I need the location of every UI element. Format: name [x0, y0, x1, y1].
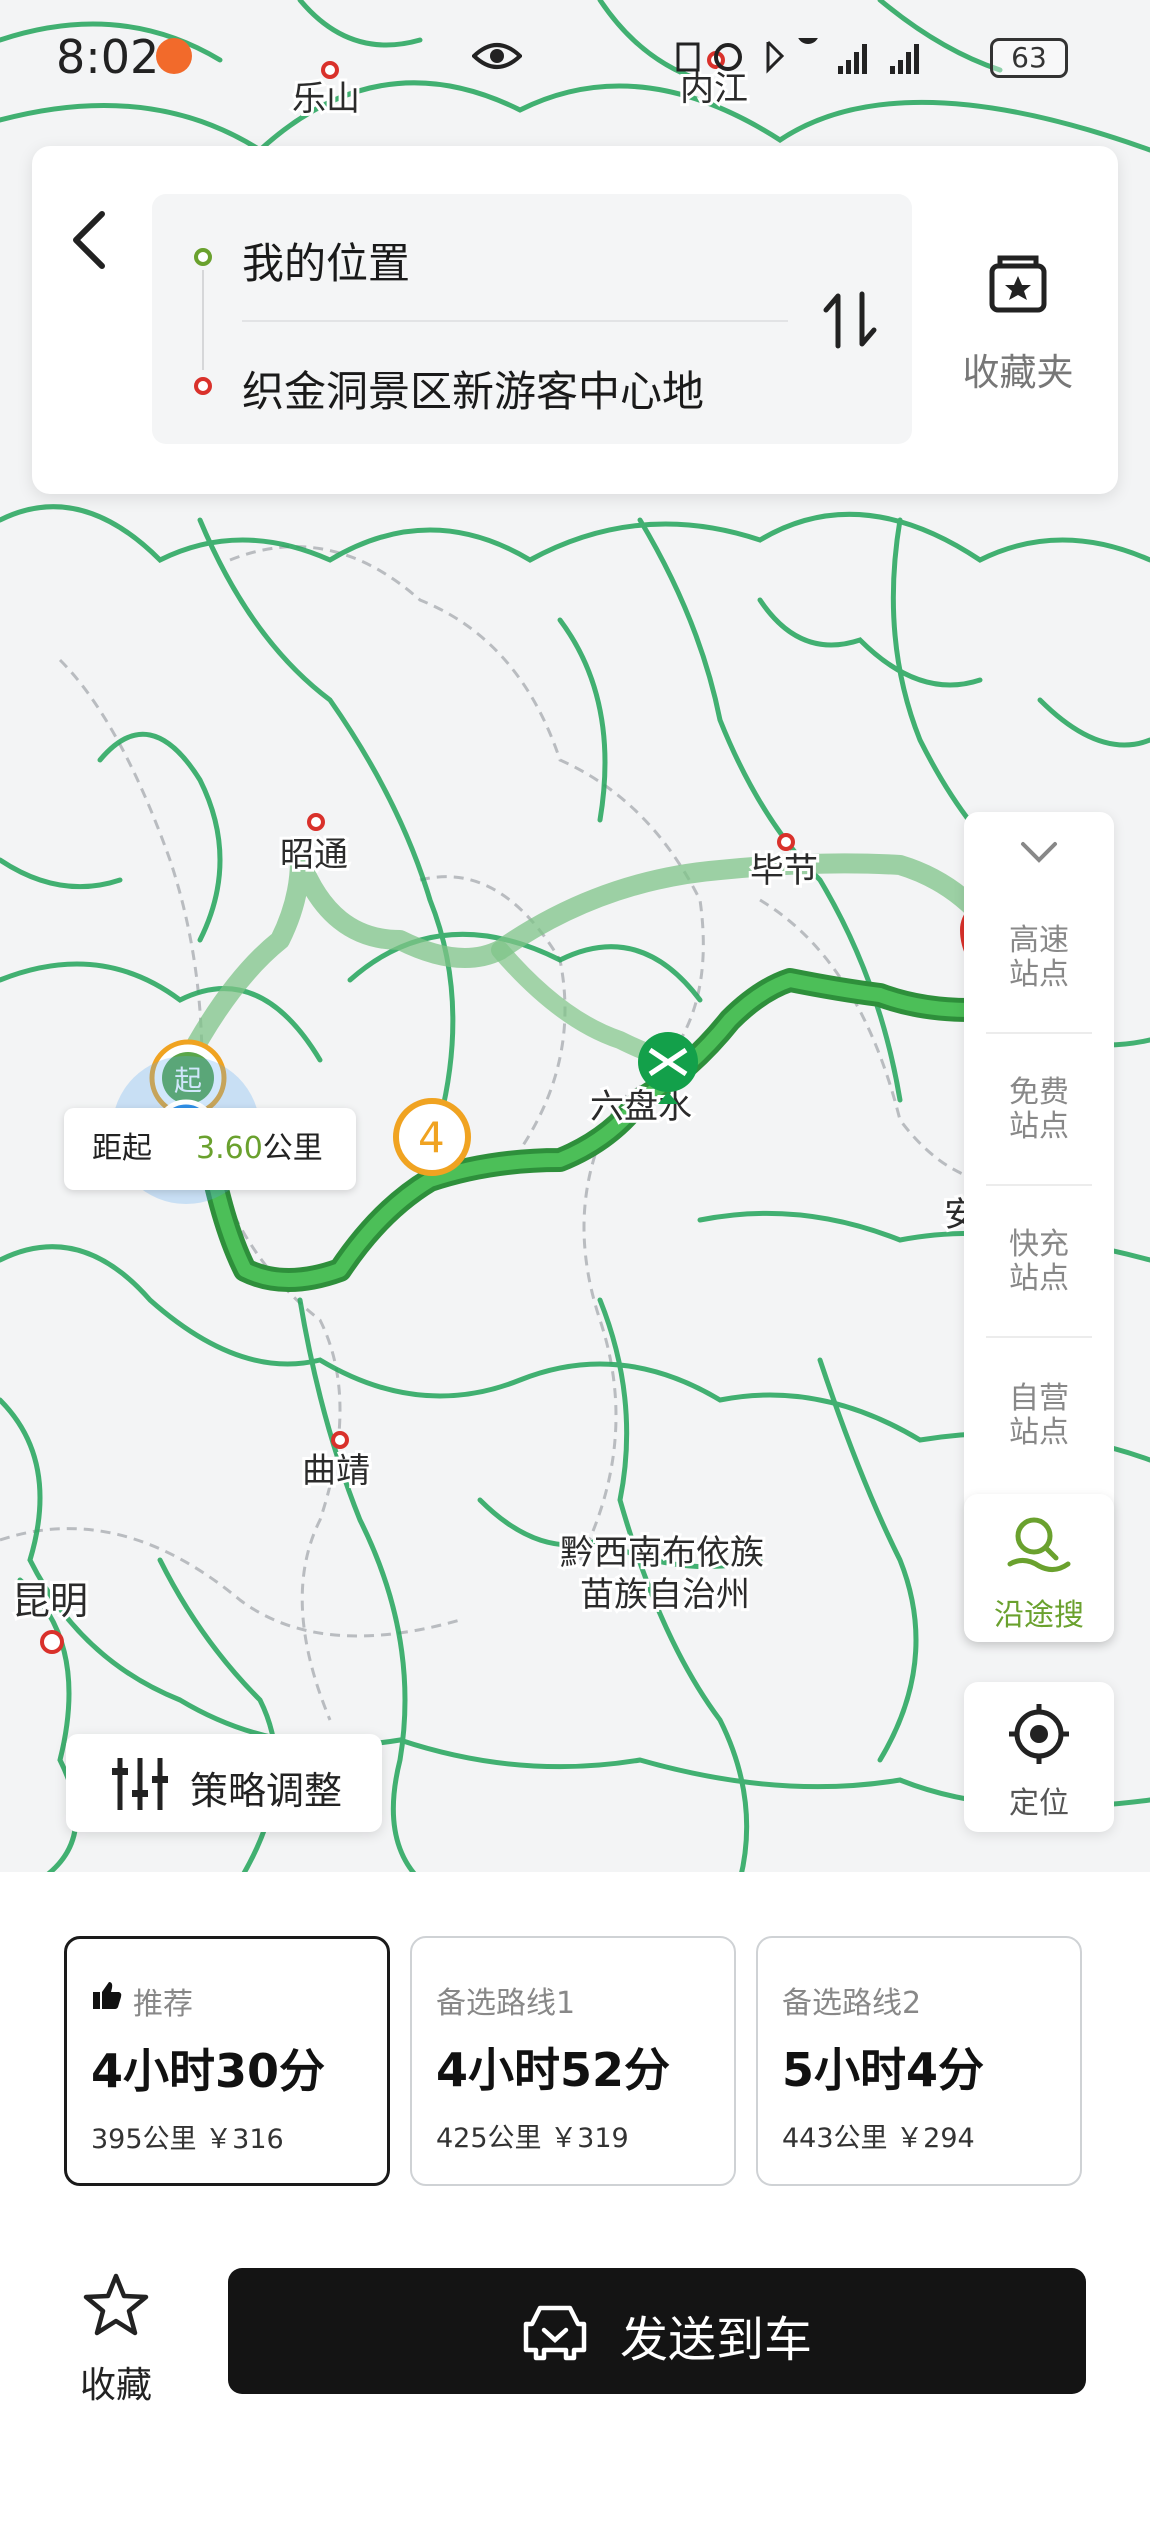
route-meta: 443公里 ￥294 [782, 2116, 975, 2155]
favorites-folder-label: 收藏夹 [962, 351, 1074, 394]
waypoint-marker[interactable]: 4 [393, 1098, 471, 1176]
side-divider [986, 1184, 1092, 1186]
route-meta: 425公里 ￥319 [436, 2116, 629, 2155]
label-zhaotong: 昭通 [280, 835, 348, 875]
side-item-highway-l2: 站点 [1009, 957, 1069, 992]
route-card-alt1[interactable]: 备选路线1 4小时52分 425公里 ￥319 [410, 1936, 736, 2186]
back-button[interactable] [60, 200, 120, 280]
side-item-free-l1: 免费 [1009, 1075, 1069, 1110]
route-duration: 5小时4分 [782, 2043, 985, 2097]
route-card-recommended[interactable]: 推荐 4小时30分 395公里 ￥316 [64, 1936, 390, 2186]
status-time: 8:02 [56, 30, 160, 84]
side-item-selfoperated-l2: 站点 [1009, 1415, 1069, 1450]
favorite-label: 收藏 [79, 2365, 152, 2406]
strategy-label: 策略调整 [190, 1769, 343, 1813]
side-item-free-l2: 站点 [1009, 1109, 1069, 1144]
side-item-free[interactable]: 免费 站点 [964, 1076, 1114, 1144]
route-cost: ￥316 [205, 2124, 284, 2155]
origin-dot-icon [194, 248, 212, 266]
collapse-chevron-icon[interactable] [1019, 840, 1059, 864]
folder-star-icon [989, 255, 1047, 313]
label-qujing: 曲靖 [302, 1451, 370, 1491]
side-divider [986, 1336, 1092, 1338]
route-distance: 395公里 [91, 2124, 197, 2155]
route-connector [202, 270, 204, 370]
thumbs-up-icon [93, 1982, 122, 2009]
send-to-car-button[interactable]: 发送到车 [228, 2268, 1086, 2394]
route-cost: ￥294 [896, 2123, 975, 2154]
route-cost: ￥319 [550, 2123, 629, 2154]
status-bar: 8:02 63 [0, 0, 1150, 115]
eye-icon [472, 43, 522, 69]
along-route-search-label: 沿途搜 [994, 1598, 1084, 1633]
favorites-folder-button[interactable]: 收藏夹 [948, 252, 1088, 394]
route-duration: 4小时52分 [436, 2043, 671, 2097]
side-panel: 高速 站点 免费 站点 快充 站点 自营 站点 沿途搜 [964, 812, 1114, 1642]
route-distance: 443公里 [782, 2123, 888, 2154]
side-divider [986, 1032, 1092, 1034]
send-to-car-label: 发送到车 [620, 2312, 813, 2368]
notification-icon [156, 38, 192, 74]
star-icon [83, 2273, 149, 2336]
side-item-fastcharge-l1: 快充 [1009, 1227, 1069, 1262]
swap-icon[interactable] [820, 288, 880, 352]
route-tag: 备选路线2 [782, 1986, 922, 2021]
favorite-button[interactable]: 收藏 [56, 2268, 176, 2408]
route-distance: 425公里 [436, 2123, 542, 2154]
distance-value: 3.60 [196, 1131, 263, 1166]
search-along-route-icon [1007, 1517, 1071, 1572]
side-item-selfoperated-l1: 自营 [1009, 1381, 1069, 1416]
origin-field[interactable]: 我的位置 [242, 230, 410, 291]
distance-prefix: 距起 [92, 1131, 152, 1166]
locate-label: 定位 [1009, 1786, 1069, 1821]
field-divider [242, 320, 788, 322]
side-item-fastcharge[interactable]: 快充 站点 [964, 1228, 1114, 1296]
label-bijie: 毕节 [750, 851, 818, 891]
label-qianxinan-1: 黔西南布依族 [560, 1533, 764, 1573]
route-duration: 4小时30分 [91, 2044, 326, 2098]
distance-unit: 公里 [262, 1131, 323, 1166]
crosshair-icon [1009, 1704, 1069, 1764]
label-liupanshui: 六盘水 [590, 1087, 692, 1127]
side-item-selfoperated[interactable]: 自营 站点 [964, 1382, 1114, 1450]
locate-button[interactable]: 定位 [964, 1682, 1114, 1832]
distance-callout: 距起 3.60公里 [64, 1108, 356, 1190]
side-item-highway[interactable]: 高速 站点 [964, 924, 1114, 992]
side-item-fastcharge-l2: 站点 [1009, 1261, 1069, 1296]
along-route-search-button[interactable]: 沿途搜 [964, 1494, 1114, 1642]
status-icons [676, 38, 919, 74]
side-item-highway-l1: 高速 [1009, 923, 1069, 958]
destination-field[interactable]: 织金洞景区新游客中心地 [242, 358, 704, 419]
car-icon [523, 2305, 587, 2361]
strategy-button[interactable]: 策略调整 [66, 1734, 382, 1832]
sliders-icon [112, 1758, 168, 1810]
label-kunming: 昆明 [12, 1579, 88, 1623]
destination-dot-icon [194, 377, 212, 395]
waypoint-number: 4 [418, 1113, 445, 1162]
route-tag: 备选路线1 [436, 1986, 576, 2021]
route-tag: 推荐 [133, 1987, 193, 2022]
route-meta: 395公里 ￥316 [91, 2117, 284, 2156]
route-card-alt2[interactable]: 备选路线2 5小时4分 443公里 ￥294 [756, 1936, 1082, 2186]
label-qianxinan-2: 苗族自治州 [580, 1575, 750, 1615]
battery-indicator: 63 [990, 38, 1068, 78]
